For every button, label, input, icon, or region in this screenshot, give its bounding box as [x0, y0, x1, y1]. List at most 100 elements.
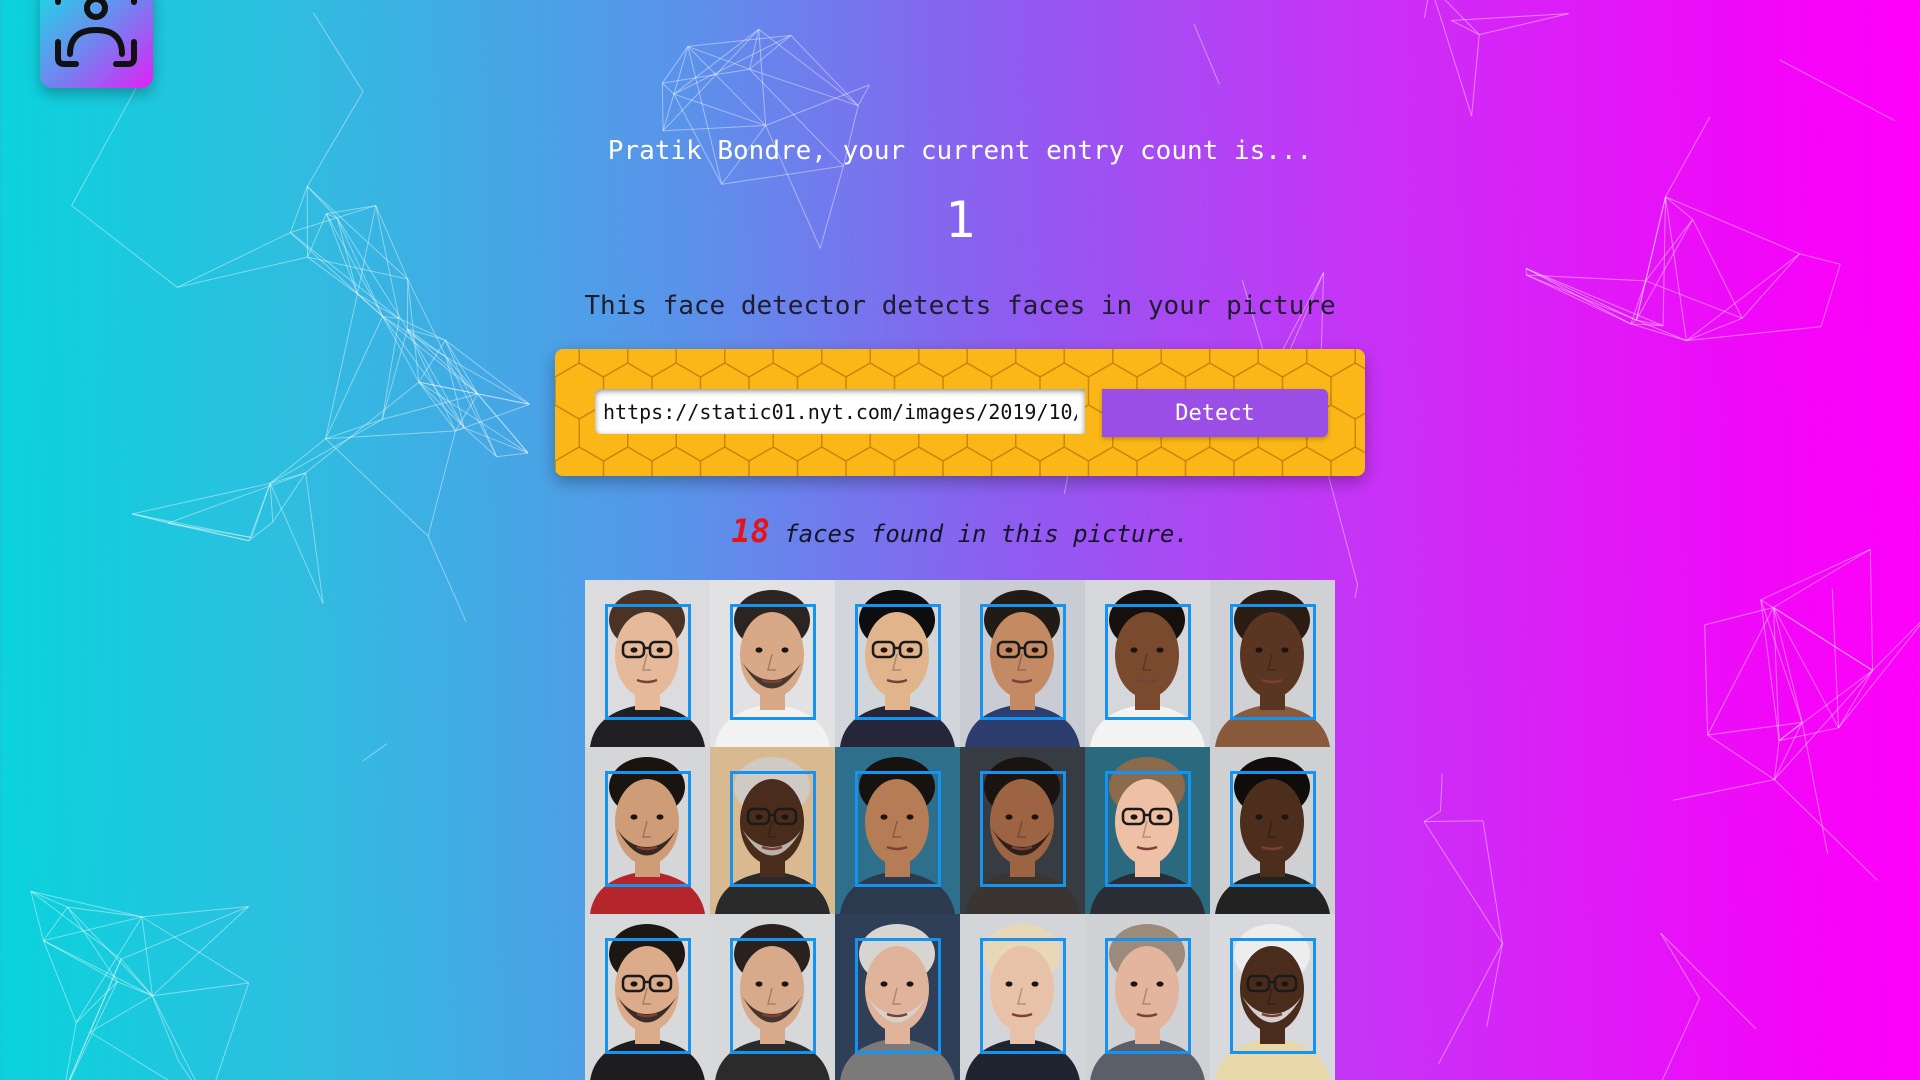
mesh-line [1482, 820, 1503, 944]
mesh-line [1801, 722, 1829, 855]
mesh-line [749, 68, 859, 107]
faces-found-text: faces found in this picture. [769, 520, 1189, 548]
honeycomb-cell [555, 404, 580, 462]
mesh-line [418, 381, 456, 432]
mesh-line [857, 84, 870, 106]
honeycomb-cell [555, 446, 605, 476]
detect-button[interactable]: Detect [1102, 389, 1328, 437]
mesh-line [382, 316, 420, 383]
mesh-line [1444, 0, 1480, 36]
portrait-cell [1210, 747, 1335, 914]
mesh-line [1486, 943, 1503, 1027]
mesh-line [1423, 810, 1441, 823]
mesh-line [30, 891, 44, 941]
mesh-line [1672, 779, 1775, 801]
honeycomb-cell [1039, 446, 1090, 476]
mesh-line [661, 83, 664, 131]
mesh-line [382, 316, 465, 428]
mesh-line [1774, 670, 1873, 780]
mesh-line [1630, 323, 1687, 342]
mesh-line [455, 403, 530, 432]
mesh-line [1760, 599, 1873, 671]
honeycomb-cell [724, 349, 774, 378]
honeycomb-cell [1136, 446, 1187, 476]
mesh-line [132, 482, 271, 515]
face-bounding-box [1105, 604, 1191, 720]
honeycomb-cell [1281, 446, 1332, 476]
mesh-line [496, 452, 529, 458]
mesh-line [663, 125, 766, 132]
honeycomb-cell [893, 446, 944, 476]
honeycomb-cell [966, 349, 1017, 378]
mesh-line [445, 339, 530, 405]
honeycomb-cell [990, 446, 1041, 476]
mesh-line [151, 995, 196, 1080]
honeycomb-cell [1330, 362, 1365, 420]
honeycomb-cell [1063, 349, 1114, 378]
honeycomb-cell [1354, 412, 1365, 454]
mesh-line [141, 906, 249, 918]
honeycomb-cell [869, 349, 920, 378]
honeycomb-cell [1257, 349, 1308, 378]
mesh-line [721, 165, 844, 185]
mesh-line [463, 427, 529, 454]
mesh-line [661, 46, 689, 84]
mesh-line [177, 1060, 192, 1080]
mesh-line [151, 995, 179, 1061]
honeycomb-cell [1306, 349, 1356, 378]
face-bounding-box [980, 604, 1066, 720]
mesh-line [1774, 779, 1879, 881]
mesh-line [120, 906, 249, 960]
portrait-cell [960, 747, 1085, 914]
mesh-line [1479, 13, 1569, 36]
mesh-line [1760, 548, 1871, 601]
mesh-line [1838, 670, 1874, 729]
mesh-line [42, 940, 77, 1023]
faces-count: 18 [731, 512, 770, 550]
mesh-line [67, 906, 118, 982]
mesh-line [1471, 34, 1480, 117]
face-bounding-box [855, 604, 941, 720]
honeycomb-cell [772, 349, 823, 378]
honeycomb-cell [1087, 446, 1138, 476]
portrait-cell [710, 580, 835, 747]
honeycomb-cell [675, 349, 726, 378]
mesh-line [790, 35, 859, 107]
mesh-line [1831, 588, 1840, 728]
mesh-line [673, 28, 760, 95]
mesh-line [1661, 998, 1701, 1080]
honeycomb-cell [1015, 349, 1065, 378]
app-logo[interactable] [40, 0, 153, 88]
mesh-line [1424, 820, 1483, 823]
honeycomb-cell [1330, 446, 1365, 476]
honeycomb-cell [821, 349, 871, 378]
portrait-cell [710, 914, 835, 1080]
face-bounding-box [730, 938, 816, 1054]
mesh-line [1438, 943, 1503, 1064]
mesh-line [1423, 821, 1503, 944]
mesh-line [1434, 0, 1473, 117]
portrait-cell [835, 580, 960, 747]
mesh-line [152, 982, 249, 997]
face-bounding-box [1230, 938, 1316, 1054]
mesh-line [325, 316, 384, 439]
face-bounding-box [1105, 938, 1191, 1054]
mesh-line [662, 82, 675, 95]
mesh-line [687, 46, 767, 126]
mesh-line [765, 84, 870, 126]
mesh-line [215, 982, 250, 1080]
mesh-line [305, 381, 420, 474]
mesh-line [120, 958, 153, 997]
mesh-line [1423, 0, 1429, 19]
portrait-cell [585, 747, 710, 914]
mesh-line [445, 356, 530, 405]
portrait-cell [960, 914, 1085, 1080]
mesh-line [1760, 599, 1803, 723]
portrait-cell [1085, 914, 1210, 1080]
image-url-input[interactable] [595, 389, 1085, 434]
honeycomb-cell [918, 349, 968, 378]
portrait-cell [1085, 580, 1210, 747]
entry-greeting: Pratik Bondre, your current entry count … [607, 136, 1313, 166]
face-bounding-box [605, 771, 691, 887]
honeycomb-cell [845, 446, 896, 476]
